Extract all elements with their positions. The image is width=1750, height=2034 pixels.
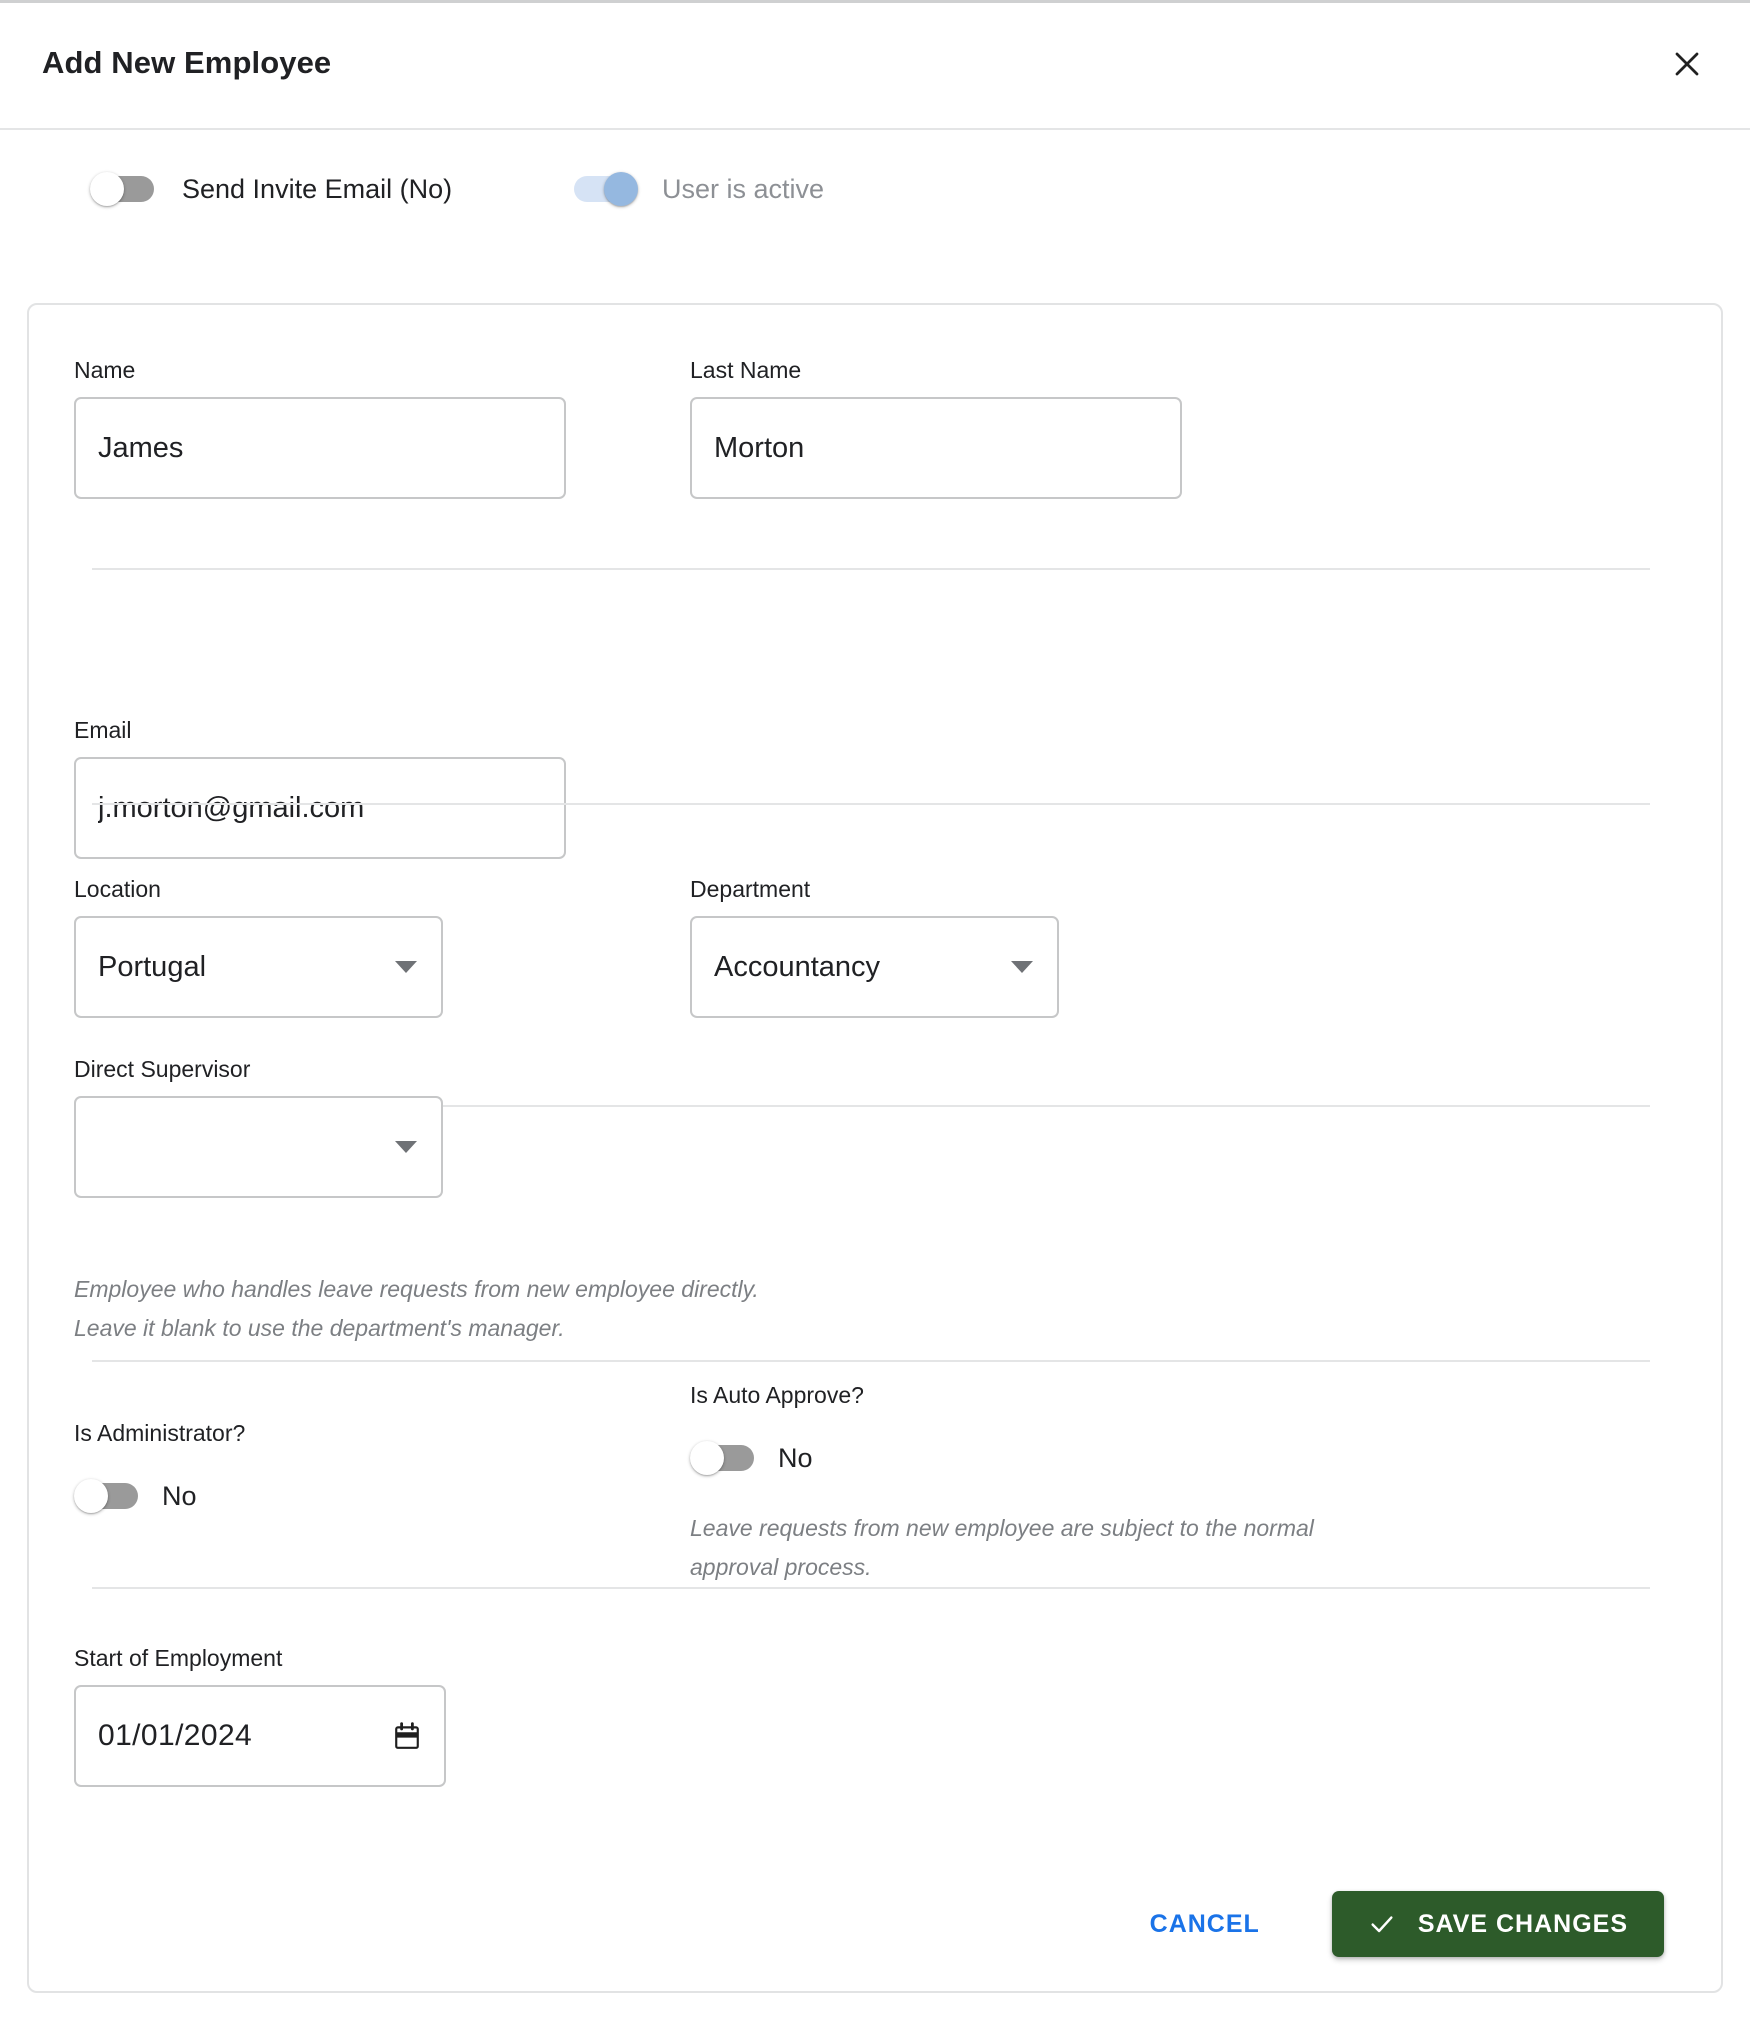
send-invite-email-field: Send Invite Email (No) <box>90 172 452 206</box>
is-auto-approve-helper-line1: Leave requests from new employee are sub… <box>690 1515 1314 1541</box>
divider <box>92 803 1650 805</box>
user-is-active-field: User is active <box>570 172 824 206</box>
user-is-active-toggle[interactable] <box>570 172 638 206</box>
is-auto-approve-helper-line2: approval process. <box>690 1554 872 1580</box>
last-name-label: Last Name <box>690 357 802 383</box>
employee-form-card: Name Last Name Email Location Portugal D… <box>27 303 1723 1993</box>
is-administrator-toggle[interactable] <box>74 1479 142 1513</box>
save-changes-button[interactable]: SAVE CHANGES <box>1331 1891 1664 1957</box>
toggle-knob <box>690 1441 724 1475</box>
department-select[interactable]: Accountancy <box>690 916 1059 1018</box>
page-title: Add New Employee <box>42 45 332 80</box>
is-administrator-field: Is Administrator? No <box>74 1420 245 1513</box>
is-auto-approve-label: Is Auto Approve? <box>690 1382 864 1408</box>
is-auto-approve-field: Is Auto Approve? No Leave requests from … <box>690 1382 1314 1587</box>
direct-supervisor-label: Direct Supervisor <box>74 1056 251 1082</box>
form-actions: CANCEL SAVE CHANGES <box>1130 1891 1664 1957</box>
department-selected-value: Accountancy <box>714 950 881 983</box>
send-invite-email-toggle[interactable] <box>90 172 158 206</box>
name-label: Name <box>74 357 136 383</box>
start-of-employment-value: 01/01/2024 <box>98 1719 253 1752</box>
location-field: Location Portugal <box>74 876 443 1018</box>
department-field: Department Accountancy <box>690 876 1059 1018</box>
email-input[interactable] <box>74 757 566 859</box>
toggle-knob <box>90 172 124 206</box>
cancel-button[interactable]: CANCEL <box>1130 1896 1280 1953</box>
location-label: Location <box>74 876 161 902</box>
calendar-icon[interactable] <box>394 1722 420 1750</box>
last-name-input[interactable] <box>690 397 1182 499</box>
is-auto-approve-value: No <box>778 1442 813 1473</box>
department-label: Department <box>690 876 811 902</box>
location-select[interactable]: Portugal <box>74 916 443 1018</box>
toggle-knob <box>604 172 638 206</box>
is-auto-approve-toggle[interactable] <box>690 1441 758 1475</box>
start-of-employment-label: Start of Employment <box>74 1645 283 1671</box>
divider <box>92 568 1650 570</box>
is-administrator-label: Is Administrator? <box>74 1420 246 1446</box>
is-administrator-value: No <box>162 1480 197 1511</box>
close-icon[interactable] <box>1654 31 1720 97</box>
direct-supervisor-field: Direct Supervisor <box>74 1056 443 1198</box>
last-name-field: Last Name <box>690 357 1182 499</box>
direct-supervisor-helper-line2: Leave it blank to use the department's m… <box>74 1315 565 1341</box>
send-invite-email-label: Send Invite Email (No) <box>182 173 453 204</box>
divider <box>92 1587 1650 1589</box>
dialog-header: Add New Employee <box>0 3 1750 130</box>
direct-supervisor-helper-line1: Employee who handles leave requests from… <box>74 1276 759 1302</box>
divider <box>92 1360 1650 1362</box>
user-is-active-label: User is active <box>662 173 825 204</box>
name-input[interactable] <box>74 397 566 499</box>
email-label: Email <box>74 717 132 743</box>
location-selected-value: Portugal <box>98 950 207 983</box>
check-icon <box>1368 1910 1396 1938</box>
direct-supervisor-select[interactable] <box>74 1096 443 1198</box>
name-field: Name <box>74 357 566 499</box>
save-changes-label: SAVE CHANGES <box>1417 1909 1628 1938</box>
start-of-employment-field: Start of Employment 01/01/2024 <box>74 1645 446 1787</box>
start-of-employment-input[interactable]: 01/01/2024 <box>74 1685 446 1787</box>
top-toggle-row: Send Invite Email (No) User is active <box>0 172 1750 232</box>
toggle-knob <box>74 1479 108 1513</box>
email-field: Email <box>74 717 566 859</box>
